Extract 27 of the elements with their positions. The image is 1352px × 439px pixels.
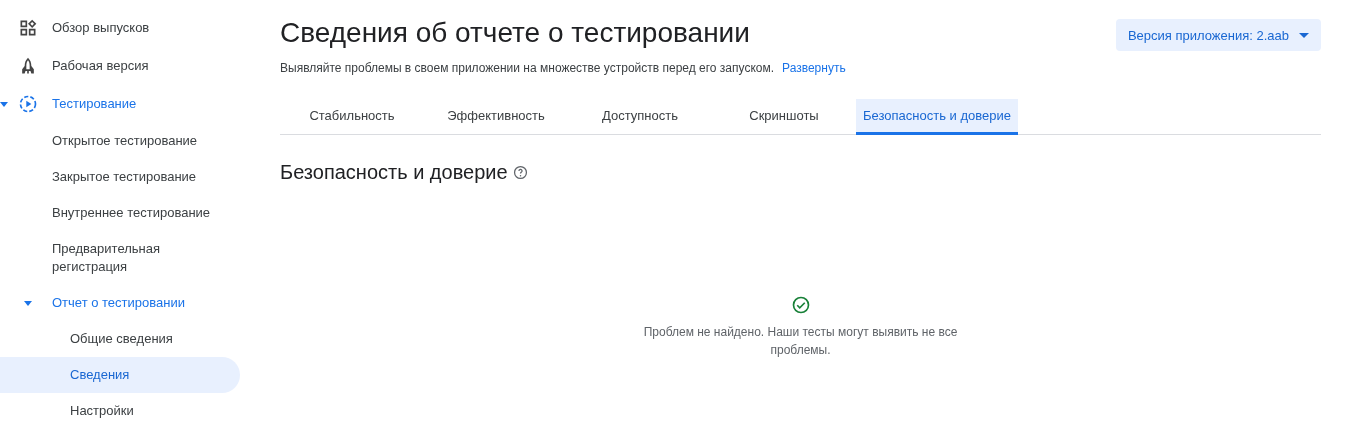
caret-icon	[1299, 32, 1309, 38]
play-circle-icon	[18, 94, 38, 114]
sidebar-item[interactable]: Закрытое тестирование	[0, 159, 240, 195]
sidebar-item[interactable]: Отчет о тестировании	[0, 285, 240, 321]
tab[interactable]: Стабильность	[280, 99, 424, 135]
version-dropdown[interactable]: Версия приложения: 2.aab	[1115, 19, 1321, 51]
grid-icon	[18, 18, 38, 38]
empty-message: Проблем не найдено. Наши тесты могут выявить не все проблемы.	[642, 324, 959, 359]
sidebar-item[interactable]: Предварительная регистрация	[0, 231, 240, 285]
page-title: Сведения об отчете о тестировании	[280, 17, 751, 49]
tab[interactable]: Доступность	[568, 99, 712, 135]
sidebar-item[interactable]: Обзор выпусков	[0, 9, 240, 47]
tab[interactable]: Эффективность	[424, 99, 568, 135]
sidebar-item[interactable]: Настройки	[0, 393, 240, 429]
sidebar-item[interactable]: Тестирование	[0, 85, 240, 123]
tab[interactable]: Скриншоты	[712, 99, 856, 135]
expand-link[interactable]: Развернуть	[782, 61, 846, 75]
sidebar-item[interactable]: Внутреннее тестирование	[0, 195, 240, 231]
section-title: Безопасность и доверие	[280, 161, 508, 184]
sidebar-item[interactable]: Сведения	[0, 357, 240, 393]
tab[interactable]: Безопасность и доверие	[856, 99, 1018, 135]
sidebar-item[interactable]: Рабочая версия	[0, 47, 240, 85]
page-subtitle: Выявляйте проблемы в своем приложении на множестве устройств перед его запуском.	[280, 61, 775, 75]
sidebar-item[interactable]: Общие сведения	[0, 321, 240, 357]
sidebar-item[interactable]: Открытое тестирование	[0, 123, 240, 159]
help-icon	[512, 165, 528, 180]
check-circle-icon	[790, 295, 811, 315]
